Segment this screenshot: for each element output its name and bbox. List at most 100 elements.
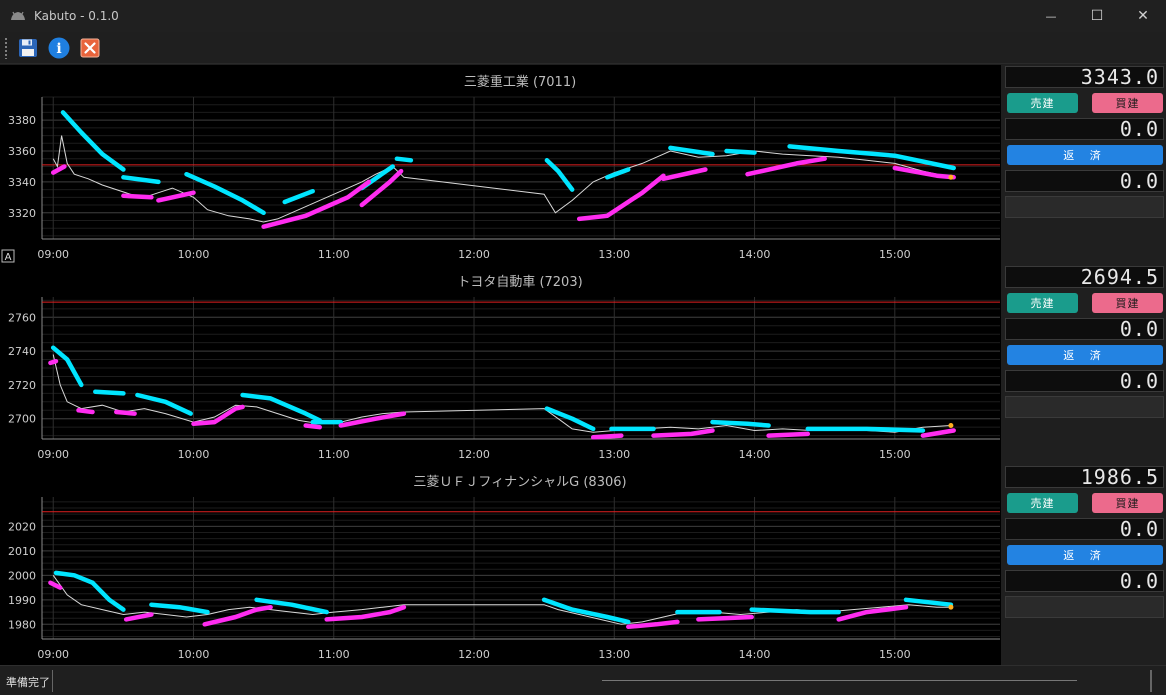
y-tick-label: 1990 bbox=[8, 594, 36, 607]
repay-button[interactable]: 返 済 bbox=[1007, 345, 1163, 365]
buy-button[interactable]: 買建 bbox=[1092, 293, 1163, 313]
x-tick-label: 11:00 bbox=[318, 248, 350, 261]
x-tick-label: 13:00 bbox=[598, 648, 630, 661]
memo-field[interactable] bbox=[1005, 396, 1164, 418]
x-tick-label: 14:00 bbox=[739, 448, 771, 461]
memo-field[interactable] bbox=[1005, 596, 1164, 618]
y-tick-label: 3380 bbox=[8, 114, 36, 127]
pnl-display: 0.0 bbox=[1005, 570, 1164, 592]
x-tick-label: 12:00 bbox=[458, 648, 490, 661]
sell-button[interactable]: 売建 bbox=[1007, 293, 1078, 313]
ticker-panel: 3343.0 売建 買建 0.0 返 済 0.0 bbox=[1002, 65, 1166, 265]
y-tick-label: 3320 bbox=[8, 207, 36, 220]
trend-up-segment bbox=[724, 148, 757, 155]
app-window: Kabuto - 0.1.0 — ☐ ✕ i A 三菱重工業 (7011) 33… bbox=[0, 0, 1166, 695]
pnl-display: 0.0 bbox=[1005, 170, 1164, 192]
status-bar: 準備完了 bbox=[0, 665, 1166, 695]
trend-down-segment bbox=[114, 409, 137, 416]
progress-bar bbox=[602, 680, 1077, 681]
price-display: 2694.5 bbox=[1005, 266, 1164, 288]
y-tick-label: 2700 bbox=[8, 413, 36, 426]
trend-down-segment bbox=[892, 165, 956, 180]
last-price-marker bbox=[948, 422, 954, 428]
trend-up-segment bbox=[668, 145, 715, 157]
minimize-button[interactable]: — bbox=[1028, 0, 1074, 32]
trend-down-segment bbox=[836, 604, 909, 622]
trend-up-segment bbox=[805, 426, 926, 433]
trend-up-segment bbox=[710, 419, 771, 428]
trend-down-segment bbox=[651, 428, 715, 438]
x-tick-label: 15:00 bbox=[879, 648, 911, 661]
x-tick-label: 09:00 bbox=[37, 248, 69, 261]
save-button[interactable] bbox=[16, 36, 40, 60]
y-tick-label: 2760 bbox=[8, 311, 36, 324]
y-tick-label: 3360 bbox=[8, 145, 36, 158]
y-tick-label: 2010 bbox=[8, 545, 36, 558]
trend-down-segment bbox=[50, 164, 67, 175]
trade-panel: 3343.0 売建 買建 0.0 返 済 0.0 2694.5 売建 買建 0.… bbox=[1002, 65, 1166, 665]
title-bar: Kabuto - 0.1.0 — ☐ ✕ bbox=[0, 0, 1166, 32]
trend-down-segment bbox=[76, 408, 95, 415]
trend-down-segment bbox=[121, 193, 154, 200]
x-tick-label: 13:00 bbox=[598, 448, 630, 461]
y-tick-label: 2020 bbox=[8, 520, 36, 533]
x-tick-label: 10:00 bbox=[178, 648, 210, 661]
trend-up-segment bbox=[749, 607, 841, 615]
resize-grip-icon[interactable] bbox=[1150, 670, 1152, 692]
x-tick-label: 13:00 bbox=[598, 248, 630, 261]
toolbar-grip-icon[interactable] bbox=[4, 36, 8, 59]
trend-up-segment bbox=[240, 392, 322, 423]
y-tick-label: 2740 bbox=[8, 345, 36, 358]
chart-title: トヨタ自動車 (7203) bbox=[457, 275, 582, 290]
auto-scale-icon[interactable]: A bbox=[1, 249, 15, 263]
trend-up-segment bbox=[121, 175, 161, 185]
trend-up-segment bbox=[60, 110, 126, 172]
price-display: 3343.0 bbox=[1005, 66, 1164, 88]
info-button[interactable]: i bbox=[47, 36, 71, 60]
x-tick-label: 14:00 bbox=[739, 248, 771, 261]
kabuto-helmet-icon bbox=[10, 8, 26, 24]
sell-button[interactable]: 売建 bbox=[1007, 493, 1078, 513]
price-chart: トヨタ自動車 (7203) 2700 2720 2740 2760 09:00 10:00 1… bbox=[8, 275, 1000, 461]
price-chart: 三菱ＵＦＪフィナンシャルG (8306) 1980 1990 2000 2010 2020… bbox=[8, 475, 1000, 661]
trend-up-segment bbox=[50, 345, 84, 388]
chart-title: 三菱重工業 (7011) bbox=[464, 74, 576, 90]
trend-up-segment bbox=[93, 389, 126, 396]
sell-button[interactable]: 売建 bbox=[1007, 93, 1078, 113]
memo-field[interactable] bbox=[1005, 196, 1164, 218]
status-separator bbox=[52, 670, 53, 692]
ticker-panel: 2694.5 売建 買建 0.0 返 済 0.0 bbox=[1002, 265, 1166, 465]
y-tick-label: 1980 bbox=[8, 618, 36, 631]
x-tick-label: 12:00 bbox=[458, 448, 490, 461]
exit-button[interactable] bbox=[78, 36, 102, 60]
trend-down-segment bbox=[696, 614, 754, 622]
trend-down-segment bbox=[766, 431, 811, 438]
trend-up-segment bbox=[135, 392, 193, 416]
price-display: 1986.5 bbox=[1005, 466, 1164, 488]
trend-up-segment bbox=[903, 597, 954, 607]
chart-canvas: A 三菱重工業 (7011) 3320 3340 3360 3380 09:00 10:00 1… bbox=[1, 74, 1000, 661]
buy-button[interactable]: 買建 bbox=[1092, 93, 1163, 113]
position-display: 0.0 bbox=[1005, 118, 1164, 140]
trend-up-segment bbox=[605, 167, 631, 180]
trend-down-segment bbox=[202, 604, 273, 627]
x-tick-label: 09:00 bbox=[37, 648, 69, 661]
price-chart: 三菱重工業 (7011) 3320 3340 3360 3380 09:00 10:00 11… bbox=[8, 74, 1000, 261]
close-button[interactable]: ✕ bbox=[1120, 0, 1166, 32]
repay-button[interactable]: 返 済 bbox=[1007, 545, 1163, 565]
trend-down-segment bbox=[590, 433, 624, 440]
trend-down-segment bbox=[920, 428, 956, 438]
maximize-button[interactable]: ☐ bbox=[1074, 0, 1120, 32]
x-tick-label: 14:00 bbox=[739, 648, 771, 661]
y-tick-label: 2720 bbox=[8, 379, 36, 392]
window-controls: — ☐ ✕ bbox=[1028, 0, 1166, 32]
last-price-marker bbox=[948, 604, 954, 610]
toolbar: i bbox=[0, 32, 1166, 64]
chart-area: A 三菱重工業 (7011) 3320 3340 3360 3380 09:00 10:00 1… bbox=[0, 65, 1001, 665]
repay-button[interactable]: 返 済 bbox=[1007, 145, 1163, 165]
y-tick-label: 2000 bbox=[8, 569, 36, 582]
x-tick-label: 09:00 bbox=[37, 448, 69, 461]
position-display: 0.0 bbox=[1005, 518, 1164, 540]
trend-up-segment bbox=[184, 171, 266, 216]
buy-button[interactable]: 買建 bbox=[1092, 493, 1163, 513]
